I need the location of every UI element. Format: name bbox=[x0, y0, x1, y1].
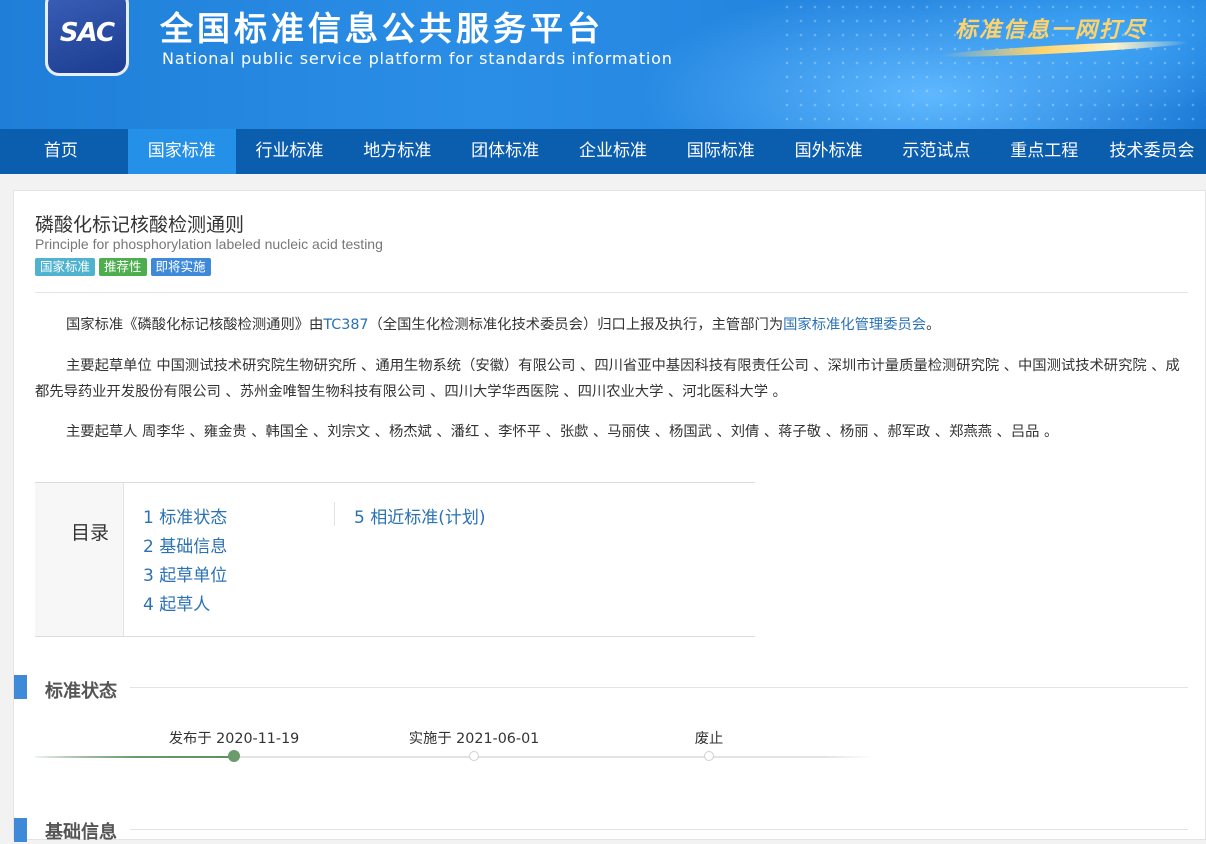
section-title-basic-info: 基础信息 bbox=[45, 822, 117, 843]
timeline-label-abolished: 废止 bbox=[694, 731, 724, 747]
logo-text: SAC bbox=[59, 18, 115, 48]
section-marker bbox=[14, 675, 27, 699]
toc-label-cell bbox=[35, 483, 124, 636]
intro-middle: （全国生化检测标准化技术委员会）归口上报及执行，主管部门为 bbox=[368, 317, 784, 333]
timeline-dot-abolished bbox=[704, 751, 714, 761]
timeline-dot-published bbox=[228, 750, 240, 762]
nav-item-international[interactable]: 国际标准 bbox=[667, 129, 775, 174]
badge-recommended: 推荐性 bbox=[99, 258, 147, 276]
nav-item-group[interactable]: 团体标准 bbox=[451, 129, 559, 174]
site-title: 全国标准信息公共服务平台 bbox=[160, 9, 604, 48]
timeline-label-published: 发布于 2020-11-19 bbox=[168, 731, 300, 747]
divider bbox=[35, 292, 1188, 293]
nav-item-pilot[interactable]: 示范试点 bbox=[882, 129, 990, 174]
standard-title-cn: 磷酸化标记核酸检测通则 bbox=[35, 214, 245, 236]
toc-column-divider bbox=[334, 502, 335, 526]
toc-item-status[interactable]: 1 标准状态 bbox=[143, 503, 227, 528]
standard-title-en: Principle for phosphorylation labeled nu… bbox=[35, 236, 383, 252]
nav-item-national[interactable]: 国家标准 bbox=[127, 129, 236, 174]
section-marker bbox=[14, 818, 27, 842]
toc-label: 目录 bbox=[71, 522, 110, 544]
intro-suffix: 。 bbox=[926, 317, 941, 333]
tc-link[interactable]: TC387 bbox=[323, 317, 368, 333]
sac-logo[interactable]: SAC bbox=[45, 0, 129, 76]
section-line bbox=[130, 687, 1188, 688]
department-link[interactable]: 国家标准化管理委员会 bbox=[783, 317, 926, 333]
drafters-paragraph: 主要起草人 周李华 、雍金贵 、韩国全 、刘宗文 、杨杰斌 、潘红 、李怀平 、… bbox=[66, 424, 1059, 440]
section-line bbox=[130, 829, 1188, 830]
toc-item-similar-standards[interactable]: 5 相近标准(计划) bbox=[354, 503, 485, 528]
timeline-dot-implemented bbox=[469, 751, 479, 761]
toc-item-drafters[interactable]: 4 起草人 bbox=[143, 590, 210, 615]
nav-item-home[interactable]: 首页 bbox=[0, 129, 128, 174]
nav-item-industry[interactable]: 行业标准 bbox=[236, 129, 344, 174]
badge-group: 国家标准 推荐性 即将实施 bbox=[35, 258, 211, 276]
badge-upcoming: 即将实施 bbox=[150, 258, 211, 276]
site-subtitle: National public service platform for sta… bbox=[162, 49, 673, 68]
intro-paragraph: 国家标准《磷酸化标记核酸检测通则》由TC387（全国生化检测标准化技术委员会）归… bbox=[35, 312, 1188, 338]
timeline-label-implemented: 实施于 2021-06-01 bbox=[408, 731, 540, 747]
nav-item-key-projects[interactable]: 重点工程 bbox=[990, 129, 1098, 174]
nav-item-foreign[interactable]: 国外标准 bbox=[775, 129, 883, 174]
nav-item-tech-committee[interactable]: 技术委员会 bbox=[1098, 129, 1206, 174]
section-title-status: 标准状态 bbox=[45, 681, 117, 702]
intro-prefix: 国家标准《磷酸化标记核酸检测通则》由 bbox=[66, 317, 324, 333]
slogan: 标准信息一网打尽 bbox=[955, 17, 1148, 43]
timeline-progress bbox=[35, 756, 235, 758]
nav-item-local[interactable]: 地方标准 bbox=[343, 129, 451, 174]
toc-item-drafting-units[interactable]: 3 起草单位 bbox=[143, 561, 227, 586]
drafting-units-paragraph: 主要起草单位 中国测试技术研究院生物研究所 、通用生物系统（安徽）有限公司 、四… bbox=[35, 358, 1180, 400]
site-header: SAC 全国标准信息公共服务平台 National public service… bbox=[0, 0, 1206, 129]
badge-national: 国家标准 bbox=[35, 258, 96, 276]
toc-item-basic-info[interactable]: 2 基础信息 bbox=[143, 532, 227, 557]
nav-item-enterprise[interactable]: 企业标准 bbox=[559, 129, 667, 174]
main-nav: 首页 国家标准 行业标准 地方标准 团体标准 企业标准 国际标准 国外标准 示范… bbox=[0, 129, 1206, 174]
